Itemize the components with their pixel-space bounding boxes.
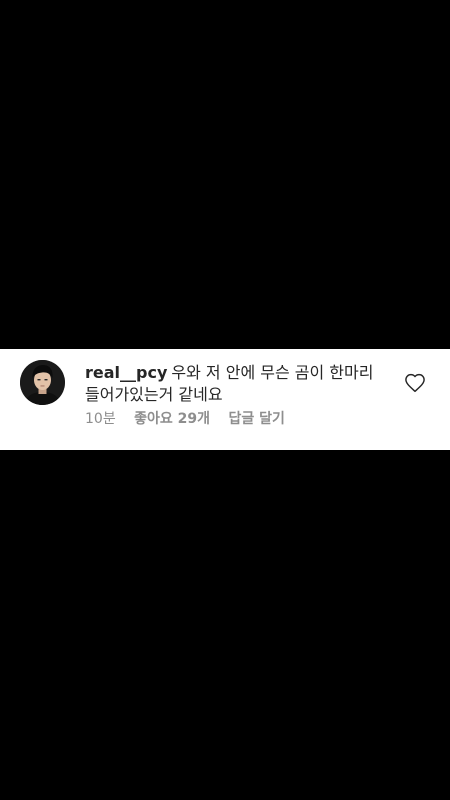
avatar-photo xyxy=(20,360,65,405)
comment-body: real__pcy 우와 저 안에 무슨 곰이 한마리 들어가있는거 같네요 xyxy=(85,362,385,406)
avatar[interactable] xyxy=(20,360,65,405)
comment-card: real__pcy 우와 저 안에 무슨 곰이 한마리 들어가있는거 같네요 10… xyxy=(0,349,450,450)
comment-username[interactable]: real__pcy xyxy=(85,363,167,382)
reply-button[interactable]: 답글 달기 xyxy=(229,410,285,428)
screen: real__pcy 우와 저 안에 무슨 곰이 한마리 들어가있는거 같네요 10… xyxy=(0,0,450,800)
like-button[interactable] xyxy=(404,373,426,393)
heart-outline-icon xyxy=(405,373,425,393)
comment-meta: 10분 좋아요 29개 답글 달기 xyxy=(85,410,285,428)
comment-likes-count[interactable]: 좋아요 29개 xyxy=(134,410,210,428)
comment-time: 10분 xyxy=(85,411,116,427)
